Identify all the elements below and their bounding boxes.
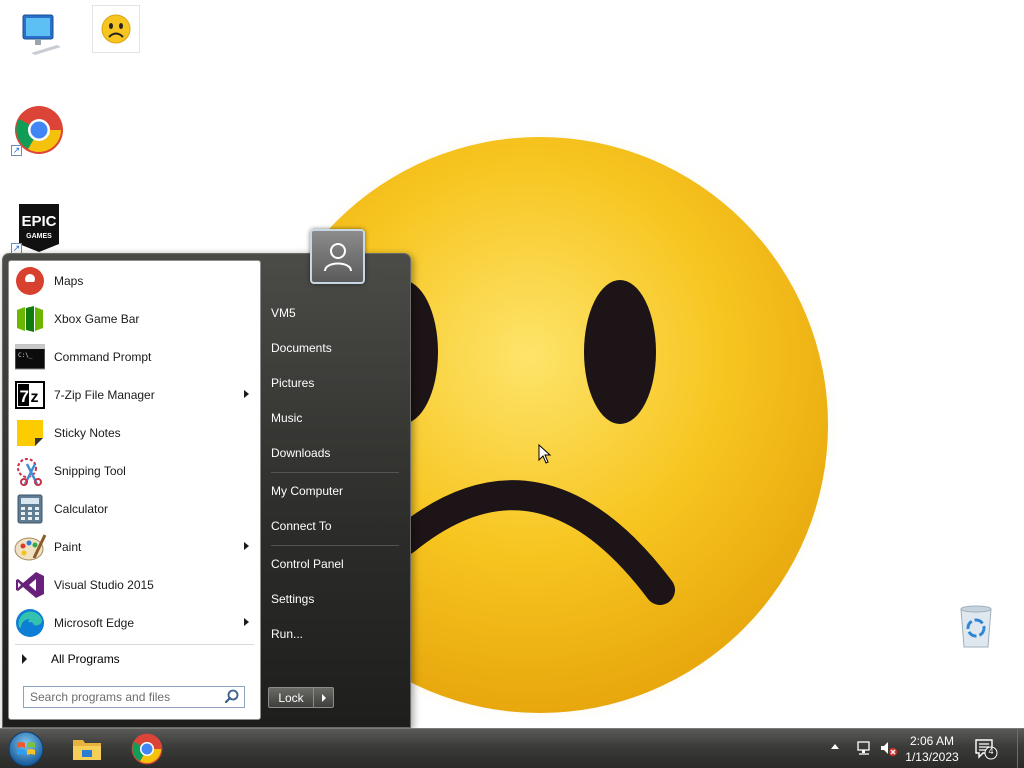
- emoji-right-eye: [584, 280, 656, 424]
- submenu-arrow-icon[interactable]: [244, 390, 249, 398]
- computer-monitor-icon: [22, 14, 61, 55]
- desktop-icon-epic-games[interactable]: EPIC GAMES ↗: [9, 198, 69, 258]
- program-calculator[interactable]: Calculator: [12, 491, 257, 527]
- all-programs-arrow-icon: [22, 654, 27, 664]
- sticky-notes-icon: [14, 417, 46, 449]
- right-column-separator: [271, 545, 399, 546]
- program-label: Command Prompt: [54, 350, 152, 364]
- program-command-prompt[interactable]: C:\_ Command Prompt: [12, 339, 257, 375]
- program-snipping-tool[interactable]: Snipping Tool: [12, 453, 257, 489]
- submenu-arrow-icon[interactable]: [244, 618, 249, 626]
- recycle-bin-icon: [960, 605, 992, 648]
- chevron-right-icon: [321, 693, 326, 702]
- right-item-my-computer[interactable]: My Computer: [271, 478, 401, 504]
- program-label: Calculator: [54, 502, 109, 516]
- right-item-settings[interactable]: Settings: [271, 586, 401, 612]
- right-item-music[interactable]: Music: [271, 405, 401, 431]
- submenu-arrow-icon[interactable]: [244, 542, 249, 550]
- program-label: Snipping Tool: [54, 464, 126, 478]
- program-7zip-file-manager[interactable]: 7z 7-Zip File Manager: [12, 377, 257, 413]
- action-center-button[interactable]: 4: [974, 738, 998, 760]
- programs-separator: [15, 644, 254, 645]
- snipping-tool-icon: [14, 455, 46, 487]
- program-label: Sticky Notes: [54, 426, 121, 440]
- windows-orb-icon[interactable]: [6, 730, 46, 768]
- calculator-icon: [14, 493, 46, 525]
- system-clock[interactable]: 2:06 AM 1/13/2023: [896, 733, 968, 765]
- right-item-user-folder[interactable]: VM5: [271, 300, 401, 326]
- shutdown-options-button[interactable]: [314, 687, 334, 708]
- desktop-icon-recycle-bin[interactable]: [946, 596, 1006, 656]
- right-item-downloads[interactable]: Downloads: [271, 440, 401, 466]
- program-visual-studio-2015[interactable]: Visual Studio 2015: [12, 567, 257, 603]
- visual-studio-icon: [14, 569, 46, 601]
- program-label: Microsoft Edge: [54, 616, 135, 630]
- program-paint[interactable]: Paint: [12, 529, 257, 565]
- all-programs-label: All Programs: [51, 652, 120, 666]
- tray-overflow-chevron-icon[interactable]: [831, 744, 839, 749]
- program-microsoft-edge[interactable]: Microsoft Edge: [12, 605, 257, 641]
- svg-text:7: 7: [20, 387, 29, 406]
- edge-icon: [14, 607, 46, 639]
- program-sticky-notes[interactable]: Sticky Notes: [12, 415, 257, 451]
- command-prompt-icon: C:\_: [14, 341, 46, 373]
- search-icon[interactable]: [223, 688, 241, 706]
- program-label: Xbox Game Bar: [54, 312, 140, 326]
- right-item-run[interactable]: Run...: [271, 621, 401, 647]
- program-label: Visual Studio 2015: [54, 578, 154, 592]
- network-icon[interactable]: [856, 739, 874, 757]
- mouse-cursor-icon: [538, 444, 552, 464]
- svg-text:GAMES: GAMES: [26, 233, 52, 240]
- svg-text:EPIC: EPIC: [21, 213, 56, 230]
- program-label: Paint: [54, 540, 82, 554]
- xbox-game-bar-icon: [14, 303, 46, 335]
- clock-time: 2:06 AM: [909, 734, 955, 748]
- taskbar: 2:06 AM 1/13/2023 4: [0, 728, 1024, 768]
- show-desktop-button[interactable]: [1017, 729, 1024, 768]
- chrome-icon: [131, 733, 163, 765]
- user-avatar-icon: [323, 242, 352, 271]
- right-item-documents[interactable]: Documents: [271, 335, 401, 361]
- folder-icon: [73, 740, 101, 760]
- desktop-icon-computer[interactable]: [10, 2, 70, 62]
- right-item-control-panel[interactable]: Control Panel: [271, 551, 401, 577]
- right-item-connect-to[interactable]: Connect To: [271, 513, 401, 539]
- start-menu: Maps Xbox Game Bar C:\_ Command Prompt 7…: [2, 229, 411, 728]
- user-account-picture[interactable]: [310, 229, 365, 284]
- right-item-pictures[interactable]: Pictures: [271, 370, 401, 396]
- clock-date: 1/13/2023: [905, 750, 959, 764]
- volume-muted-icon[interactable]: [879, 739, 897, 757]
- epic-games-icon: EPIC GAMES: [19, 204, 59, 252]
- program-maps[interactable]: Maps: [12, 263, 257, 299]
- lock-button[interactable]: Lock: [268, 687, 314, 708]
- 7zip-icon: 7z: [14, 379, 46, 411]
- maps-pin-icon: [14, 265, 46, 297]
- search-input[interactable]: [24, 688, 223, 706]
- notification-count-badge: 4: [988, 746, 994, 756]
- svg-text:C:\_: C:\_: [18, 352, 33, 359]
- taskbar-chrome[interactable]: [124, 731, 170, 767]
- svg-text:z: z: [31, 389, 39, 406]
- search-box: [23, 686, 245, 708]
- paint-palette-icon: [14, 531, 46, 563]
- program-label: 7-Zip File Manager: [54, 388, 155, 402]
- right-column-separator: [271, 472, 399, 473]
- shortcut-arrow-icon: ↗: [11, 145, 22, 156]
- start-menu-programs-pane: Maps Xbox Game Bar C:\_ Command Prompt 7…: [8, 260, 261, 720]
- all-programs-button[interactable]: All Programs: [12, 648, 257, 670]
- program-label: Maps: [54, 274, 84, 288]
- desktop-icon-chrome[interactable]: ↗: [9, 100, 69, 160]
- desktop-icon-sad-face-image[interactable]: [93, 6, 139, 52]
- program-xbox-game-bar[interactable]: Xbox Game Bar: [12, 301, 257, 337]
- sad-face-image-icon: [101, 14, 131, 44]
- taskbar-file-explorer[interactable]: [64, 731, 110, 767]
- lock-button-group: Lock: [268, 687, 334, 708]
